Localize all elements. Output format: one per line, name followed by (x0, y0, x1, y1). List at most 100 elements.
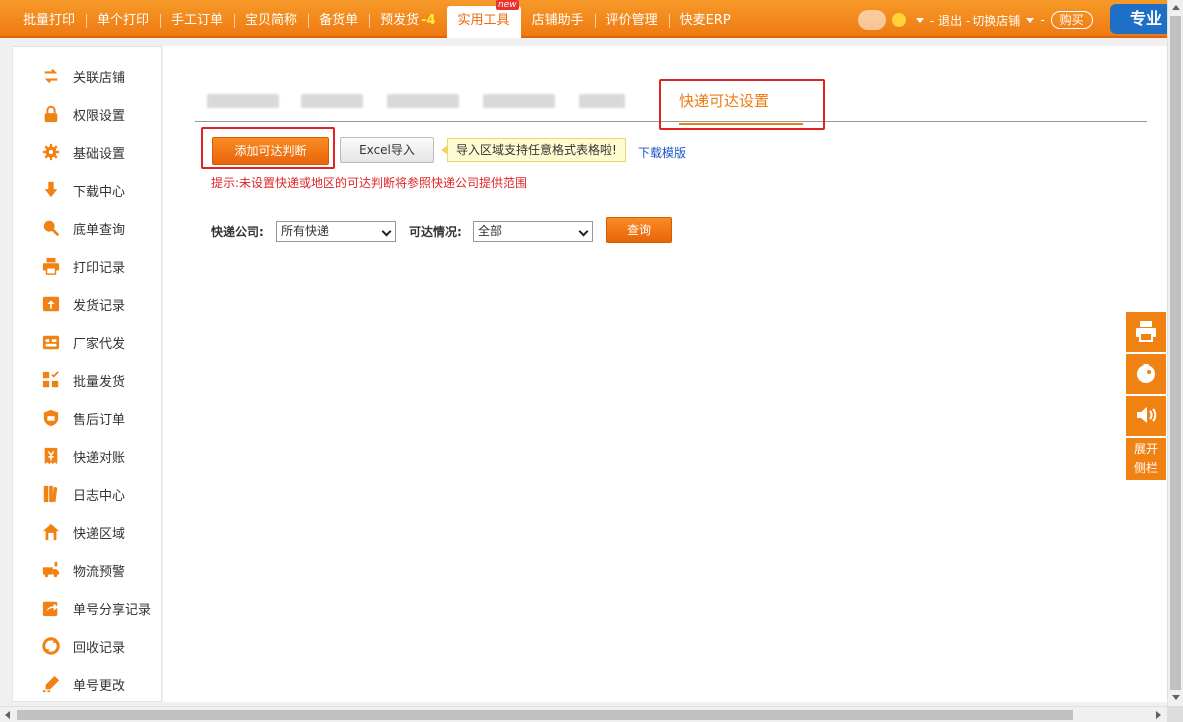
sidebar-item-linked-shops[interactable]: 关联店铺 (41, 64, 125, 88)
sidebar-item-label: 权限设置 (73, 108, 126, 124)
scrollbar-thumb[interactable] (1170, 16, 1181, 690)
gear-icon (41, 142, 61, 162)
nav-label: 单个打印 (97, 13, 150, 28)
sidebar-item-print-records[interactable]: 打印记录 (41, 254, 125, 278)
sidebar-item-batch-ship[interactable]: 批量发货 (41, 368, 125, 392)
nav-erp[interactable]: 快麦ERP (668, 6, 742, 36)
query-button[interactable]: 查询 (606, 217, 672, 243)
factory-icon (41, 332, 61, 352)
printer-icon (41, 256, 61, 276)
expand-sidebar-button[interactable]: 展开 侧栏 (1126, 438, 1166, 480)
sidebar-item-label: 回收记录 (73, 640, 126, 656)
download-template-link[interactable]: 下载模版 (638, 144, 686, 161)
nav-item-alias[interactable]: 宝贝简称 (234, 6, 308, 36)
pen-icon (41, 674, 61, 694)
chevron-down-icon[interactable] (1026, 17, 1035, 23)
sidebar-item-number-change[interactable]: 单号更改 (41, 672, 125, 696)
sidebar-item-label: 日志中心 (73, 488, 126, 504)
sidebar-item-express-area[interactable]: 快递区域 (41, 520, 125, 544)
sidebar-item-share-records[interactable]: 单号分享记录 (41, 596, 151, 620)
float-service-button[interactable] (1126, 354, 1166, 394)
nav-label: 店铺助手 (531, 13, 584, 28)
sidebar-item-log-center[interactable]: 日志中心 (41, 482, 125, 506)
user-box: - 退出 - 切换店铺 - 购买 (858, 9, 1093, 31)
nav-batch-print[interactable]: 批量打印 (12, 6, 86, 36)
nav-label: 评价管理 (605, 13, 658, 28)
sidebar-item-label: 底单查询 (73, 222, 126, 238)
sidebar-item-label: 下载中心 (73, 184, 126, 200)
truck-alert-icon (41, 560, 61, 580)
company-label: 快递公司: (211, 225, 264, 239)
sidebar-item-label: 批量发货 (73, 374, 126, 390)
sidebar-item-permissions[interactable]: 权限设置 (41, 102, 125, 126)
sidebar-item-label: 物流预警 (73, 564, 126, 580)
main-content: 快递可达设置 添加可达判断 Excel导入 导入区域支持任意格式表格啦! 下载模… (163, 46, 1167, 702)
sidebar-item-download-center[interactable]: 下载中心 (41, 178, 125, 202)
nav-single-print[interactable]: 单个打印 (86, 6, 160, 36)
excel-import-button[interactable]: Excel导入 (340, 137, 434, 163)
scroll-left-arrow-icon[interactable] (5, 711, 10, 719)
sidebar-item-recycle-records[interactable]: 回收记录 (41, 634, 125, 658)
new-badge: new (495, 0, 519, 10)
switch-shop-link[interactable]: 切换店铺 (972, 12, 1020, 29)
add-reach-rule-button[interactable]: 添加可达判断 (212, 137, 329, 165)
buy-button[interactable]: 购买 (1050, 11, 1093, 29)
sidebar-item-label: 基础设置 (73, 146, 126, 162)
swap-icon (41, 66, 61, 86)
nav-shop-assistant[interactable]: 店铺助手 (521, 6, 595, 36)
aftersale-shield-icon (41, 408, 61, 428)
sidebar-item-label: 单号更改 (73, 678, 126, 694)
company-select[interactable]: 所有快递 (276, 221, 396, 242)
pro-version-badge[interactable]: 专业 (1110, 4, 1167, 34)
logout-link[interactable]: - 退出 - (930, 12, 970, 29)
tab-blurred[interactable] (579, 94, 625, 108)
status-select[interactable]: 全部 (473, 221, 593, 242)
tab-blurred[interactable] (301, 94, 363, 108)
tab-express-reach-settings[interactable]: 快递可达设置 (679, 90, 803, 125)
sidebar-item-logistics-alert[interactable]: 物流预警 (41, 558, 125, 582)
tab-blurred[interactable] (207, 94, 279, 108)
nav-pre-ship[interactable]: 预发货 -4 (369, 6, 446, 36)
scrollbar-thumb[interactable] (17, 710, 1073, 720)
sidebar-item-label: 发货记录 (73, 298, 126, 314)
tab-blurred[interactable] (387, 94, 459, 108)
nav-manual-order[interactable]: 手工订单 (160, 6, 234, 36)
float-sound-button[interactable] (1126, 396, 1166, 436)
chevron-down-icon[interactable] (916, 17, 924, 23)
lock-icon (41, 104, 61, 124)
vertical-scrollbar[interactable] (1167, 0, 1183, 706)
sidebar-item-label: 售后订单 (73, 412, 126, 428)
nav-label: 实用工具 (457, 13, 510, 28)
book-icon (41, 484, 61, 504)
sidebar-item-label: 快递区域 (73, 526, 126, 542)
sidebar-item-label: 厂家代发 (73, 336, 126, 352)
sidebar-item-factory-dropship[interactable]: 厂家代发 (41, 330, 125, 354)
nav-label: 手工订单 (171, 13, 224, 28)
avatar[interactable] (858, 10, 886, 30)
chevron-down-icon (381, 226, 392, 237)
nav-review-manage[interactable]: 评价管理 (594, 6, 669, 36)
scroll-right-arrow-icon[interactable] (1156, 711, 1161, 719)
select-value: 所有快递 (281, 224, 330, 238)
nav-stock-list[interactable]: 备货单 (308, 6, 369, 36)
sidebar-item-waybill-query[interactable]: 底单查询 (41, 216, 125, 240)
tab-blurred[interactable] (483, 94, 555, 108)
scrollbar-corner (1167, 706, 1183, 722)
scroll-up-arrow-icon[interactable] (1172, 5, 1180, 10)
sidebar-item-basic-settings[interactable]: 基础设置 (41, 140, 125, 164)
sidebar-item-shipping-records[interactable]: 发货记录 (41, 292, 125, 316)
scroll-down-arrow-icon[interactable] (1172, 695, 1180, 700)
sidebar: 关联店铺 权限设置 基础设置 下载中心 底单查询 打印记录 发货记录 厂家代发 … (12, 46, 162, 702)
sidebar-item-aftersale-orders[interactable]: 售后订单 (41, 406, 125, 430)
expand-label: 侧栏 (1133, 461, 1158, 475)
pre-ship-count-badge: -4 (421, 13, 436, 28)
horizontal-scrollbar[interactable] (0, 706, 1167, 722)
settings-tabs: 快递可达设置 (195, 76, 1147, 125)
nav-label: 快麦ERP (679, 13, 731, 28)
sidebar-item-label: 打印记录 (73, 260, 126, 276)
expand-label: 展开 (1133, 442, 1158, 456)
float-print-button[interactable] (1126, 312, 1166, 352)
chat-bird-icon (1134, 361, 1158, 388)
sidebar-item-express-reconcile[interactable]: 快递对账 (41, 444, 125, 468)
nav-tools[interactable]: 实用工具 new (446, 0, 521, 38)
